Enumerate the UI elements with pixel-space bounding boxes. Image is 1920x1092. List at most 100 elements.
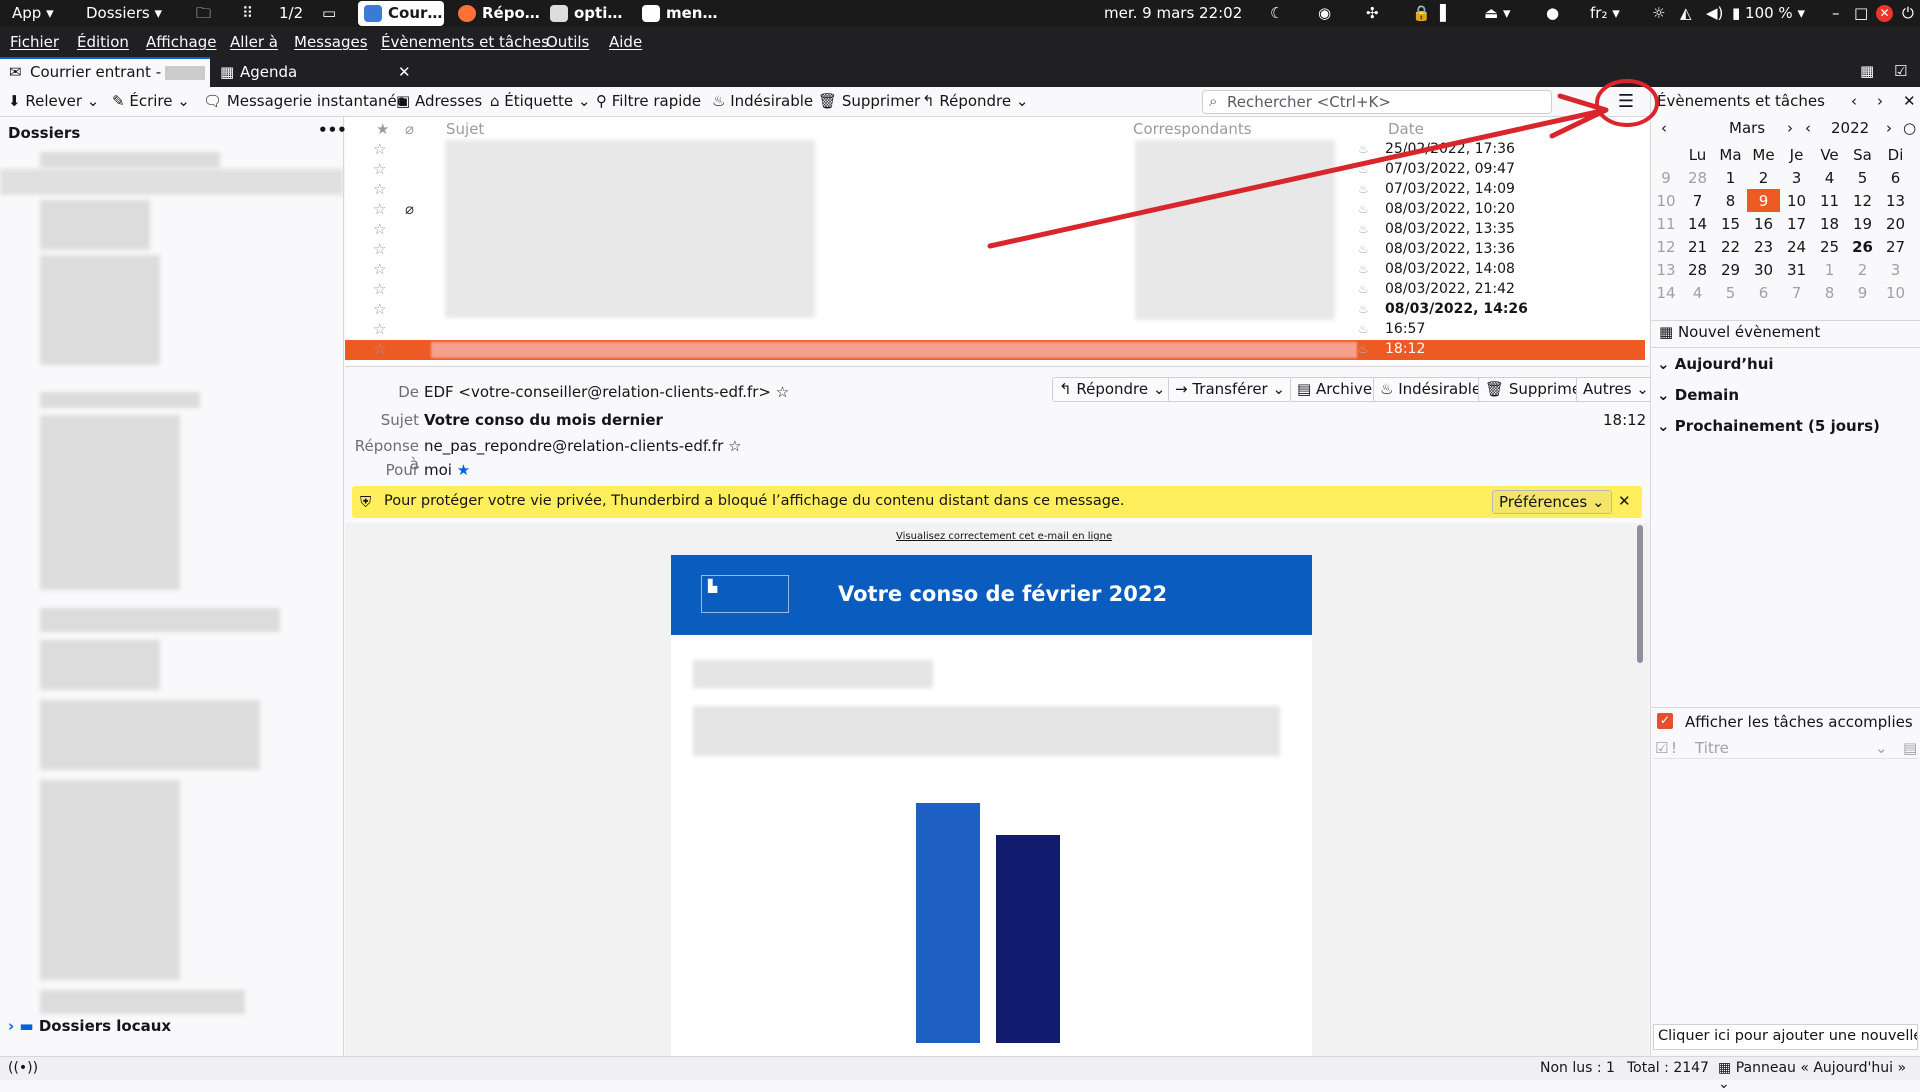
close-tab-icon[interactable]: ✕ bbox=[398, 57, 411, 87]
attachment-column-icon[interactable]: ⌀ bbox=[405, 120, 414, 138]
calendar-day[interactable]: 28 bbox=[1681, 258, 1714, 281]
junk-status-icon[interactable]: ♨ bbox=[1358, 302, 1369, 316]
task-editor[interactable]: men… bbox=[636, 1, 723, 26]
volume-icon[interactable]: ◀) bbox=[1706, 0, 1723, 27]
star-icon[interactable]: ☆ bbox=[728, 437, 741, 455]
clock[interactable]: mer. 9 mars 22:02 bbox=[1104, 0, 1242, 27]
show-completed-checkbox[interactable]: ✓ bbox=[1657, 713, 1673, 729]
calendar-day[interactable]: 1 bbox=[1714, 166, 1747, 189]
account-2[interactable] bbox=[40, 392, 200, 408]
calendar-day[interactable]: 15 bbox=[1714, 212, 1747, 235]
account-5[interactable] bbox=[40, 990, 245, 1014]
calendar-day[interactable]: 5 bbox=[1714, 281, 1747, 304]
calendar-day[interactable]: 19 bbox=[1846, 212, 1879, 235]
calendar-day[interactable]: 2 bbox=[1846, 258, 1879, 281]
task-options[interactable]: opti… bbox=[544, 1, 628, 26]
header-forward-button[interactable]: → Transférer ⌄ bbox=[1168, 377, 1293, 402]
minimize-icon[interactable]: – bbox=[1832, 0, 1840, 27]
close-notice-icon[interactable]: ✕ bbox=[1618, 492, 1631, 510]
account-icon[interactable]: ● bbox=[1546, 0, 1559, 27]
header-reply-button[interactable]: ↰ Répondre ⌄ bbox=[1052, 377, 1173, 402]
priority-column-icon[interactable]: ! bbox=[1671, 739, 1677, 757]
calendar-day[interactable]: 27 bbox=[1879, 235, 1912, 258]
year-next-icon[interactable]: › bbox=[1886, 119, 1892, 137]
star-icon[interactable]: ☆ bbox=[373, 340, 386, 358]
workspace-indicator[interactable]: 1/2 bbox=[279, 0, 303, 27]
star-icon[interactable]: ☆ bbox=[373, 200, 386, 218]
folder-group-1[interactable] bbox=[40, 200, 150, 250]
star-icon[interactable]: ☆ bbox=[373, 240, 386, 258]
star-filled-icon[interactable]: ★ bbox=[457, 461, 470, 479]
account-3[interactable] bbox=[40, 608, 280, 632]
keyboard-layout[interactable]: fr₂ ▾ bbox=[1590, 0, 1620, 27]
today-circle-icon[interactable]: ○ bbox=[1903, 119, 1916, 137]
close-pane-icon[interactable]: ✕ bbox=[1903, 92, 1916, 110]
preferences-button[interactable]: Préférences ⌄ bbox=[1492, 490, 1612, 514]
calendar-day[interactable]: 20 bbox=[1879, 212, 1912, 235]
star-icon[interactable]: ☆ bbox=[776, 383, 789, 401]
star-icon[interactable]: ☆ bbox=[373, 180, 386, 198]
junk-status-icon[interactable]: ♨ bbox=[1358, 342, 1369, 356]
quick-filter-button[interactable]: ⚲ Filtre rapide bbox=[596, 92, 701, 110]
flag-icon[interactable]: ▌ bbox=[1440, 0, 1452, 27]
menu-help[interactable]: Aide bbox=[609, 33, 642, 51]
next-icon[interactable]: › bbox=[1877, 92, 1883, 110]
sort-chevron-icon[interactable]: ⌄ bbox=[1875, 739, 1888, 757]
menu-file[interactable]: Fichier bbox=[10, 33, 59, 51]
calendar-day[interactable]: 25 bbox=[1813, 235, 1846, 258]
reply-button[interactable]: ↰ Répondre ⌄ bbox=[922, 92, 1028, 110]
star-icon[interactable]: ☆ bbox=[373, 280, 386, 298]
section-today[interactable]: ⌄ Aujourd’hui bbox=[1657, 355, 1774, 373]
junk-status-icon[interactable]: ♨ bbox=[1358, 222, 1369, 236]
table-row[interactable]: ☆ ♨ 08/03/2022, 21:42 bbox=[345, 280, 1645, 300]
junk-status-icon[interactable]: ♨ bbox=[1358, 142, 1369, 156]
menu-view[interactable]: Affichage bbox=[146, 33, 216, 51]
column-subject[interactable]: Sujet bbox=[446, 120, 484, 138]
table-row[interactable]: ☆ ♨ 07/03/2022, 09:47 bbox=[345, 160, 1645, 180]
calendar-day[interactable]: 11 bbox=[1813, 189, 1846, 212]
folder-group-2[interactable] bbox=[40, 255, 160, 365]
calendar-day[interactable]: 5 bbox=[1846, 166, 1879, 189]
calendar-day[interactable]: 24 bbox=[1780, 235, 1813, 258]
calendar-day[interactable]: 7 bbox=[1681, 189, 1714, 212]
calendar-day[interactable]: 9 bbox=[1846, 281, 1879, 304]
calendar-day[interactable]: 23 bbox=[1747, 235, 1780, 258]
new-event-button[interactable]: ▦ Nouvel évènement bbox=[1659, 323, 1820, 341]
star-column-icon[interactable]: ★ bbox=[376, 120, 389, 138]
task-title-column[interactable]: Titre bbox=[1695, 739, 1729, 757]
calendar-day[interactable]: 10 bbox=[1780, 189, 1813, 212]
moon-icon[interactable]: ☾ bbox=[1270, 0, 1283, 27]
folder-group-4[interactable] bbox=[40, 640, 160, 690]
junk-status-icon[interactable]: ♨ bbox=[1358, 262, 1369, 276]
junk-button[interactable]: ♨ Indésirable bbox=[712, 92, 813, 110]
menu-edit[interactable]: Édition bbox=[77, 33, 129, 51]
table-row[interactable]: ☆ ♨ 18:12 bbox=[345, 340, 1645, 360]
calendar-day[interactable]: 3 bbox=[1780, 166, 1813, 189]
menu-messages[interactable]: Messages bbox=[294, 33, 368, 51]
calendar-day[interactable]: 22 bbox=[1714, 235, 1747, 258]
write-button[interactable]: ✎ Écrire ⌄ bbox=[112, 92, 190, 110]
star-icon[interactable]: ☆ bbox=[373, 220, 386, 238]
new-task-input[interactable]: Cliquer ici pour ajouter une nouvelle tâ… bbox=[1653, 1024, 1918, 1050]
chat-button[interactable]: 🗨 Messagerie instantanée bbox=[203, 92, 406, 110]
view-online-link[interactable]: Visualisez correctement cet e-mail en li… bbox=[896, 531, 1112, 542]
menu-events[interactable]: Évènements et tâches bbox=[381, 33, 549, 51]
folder-icon[interactable]: 🗀 bbox=[196, 0, 211, 27]
table-row[interactable]: ☆ ♨ 16:57 bbox=[345, 320, 1645, 340]
junk-status-icon[interactable]: ♨ bbox=[1358, 242, 1369, 256]
from-value[interactable]: EDF <votre-conseiller@relation-clients-e… bbox=[424, 383, 789, 401]
tasks-view-icon[interactable]: ☑ bbox=[1894, 62, 1907, 80]
section-tomorrow[interactable]: ⌄ Demain bbox=[1657, 386, 1739, 404]
lock-icon[interactable]: 🔒 bbox=[1412, 0, 1431, 27]
calendar-day[interactable]: 29 bbox=[1714, 258, 1747, 281]
calendar-day[interactable]: 13 bbox=[1879, 189, 1912, 212]
table-row[interactable]: ☆ ♨ 07/03/2022, 14:09 bbox=[345, 180, 1645, 200]
calendar-day[interactable]: 6 bbox=[1747, 281, 1780, 304]
menu-go[interactable]: Aller à bbox=[230, 33, 278, 51]
calendar-day[interactable]: 4 bbox=[1813, 166, 1846, 189]
calendar-day[interactable]: 6 bbox=[1879, 166, 1912, 189]
calendar-day[interactable]: 26 bbox=[1846, 235, 1879, 258]
online-icon[interactable]: ((•)) bbox=[8, 1060, 38, 1076]
calendar-day[interactable]: 7 bbox=[1780, 281, 1813, 304]
gamepad-icon[interactable]: ◉ bbox=[1318, 0, 1331, 27]
